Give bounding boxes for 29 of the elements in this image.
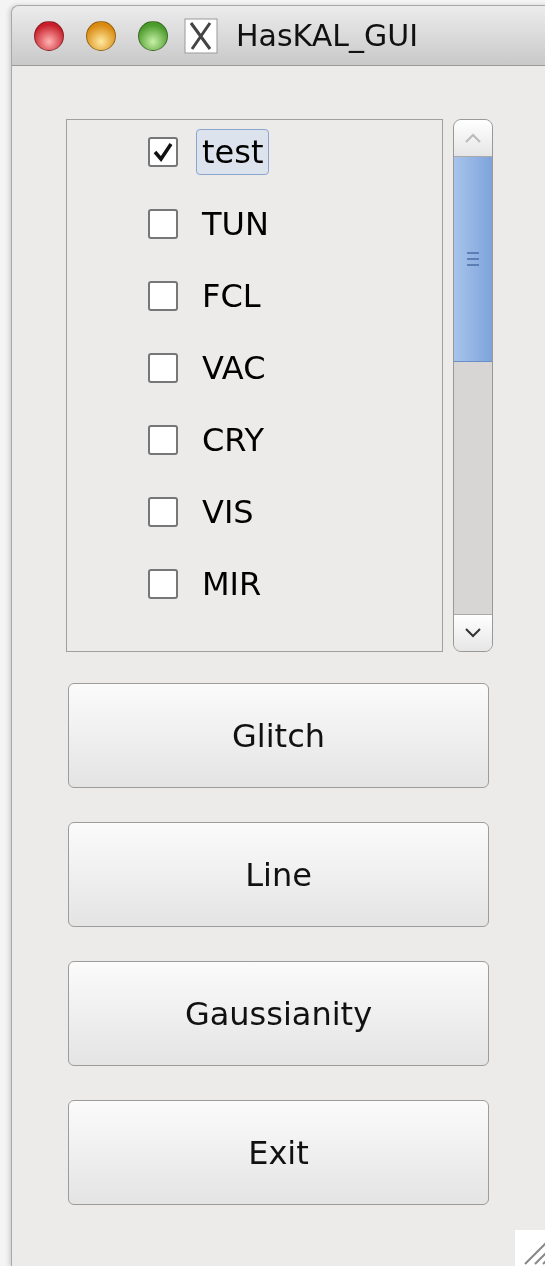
- scrollbar[interactable]: [453, 119, 493, 652]
- checkbox-label[interactable]: FCL: [196, 273, 267, 319]
- push-button[interactable]: Line: [68, 822, 489, 927]
- resize-grip-icon[interactable]: [515, 1230, 545, 1266]
- checkbox-label[interactable]: VIS: [196, 489, 260, 535]
- checkbox-label[interactable]: test: [196, 129, 270, 175]
- grip-icon: [467, 252, 479, 266]
- checkbox-label[interactable]: CRY: [196, 417, 271, 463]
- checkbox[interactable]: [148, 497, 178, 527]
- checkbox[interactable]: [148, 281, 178, 311]
- checkbox[interactable]: [148, 209, 178, 239]
- checkmark-icon: [152, 141, 174, 163]
- push-button[interactable]: Gaussianity: [68, 961, 489, 1066]
- minimize-button[interactable]: [86, 20, 116, 51]
- close-button[interactable]: [34, 20, 64, 51]
- checkbox[interactable]: [148, 137, 178, 167]
- push-button[interactable]: Exit: [68, 1100, 489, 1205]
- window-title: HasKAL_GUI: [236, 17, 418, 55]
- checkbox[interactable]: [148, 425, 178, 455]
- checkbox[interactable]: [148, 353, 178, 383]
- checkbox-label[interactable]: MIR: [196, 561, 268, 607]
- push-button[interactable]: Glitch: [68, 683, 489, 788]
- x-window-icon: [184, 17, 218, 54]
- checkbox[interactable]: [148, 569, 178, 599]
- zoom-button[interactable]: [138, 20, 168, 51]
- checkbox-label[interactable]: VAC: [196, 345, 272, 391]
- checkbox-label[interactable]: TUN: [196, 201, 275, 247]
- scrollbar-thumb[interactable]: [454, 157, 492, 362]
- scroll-down-icon[interactable]: [465, 628, 481, 638]
